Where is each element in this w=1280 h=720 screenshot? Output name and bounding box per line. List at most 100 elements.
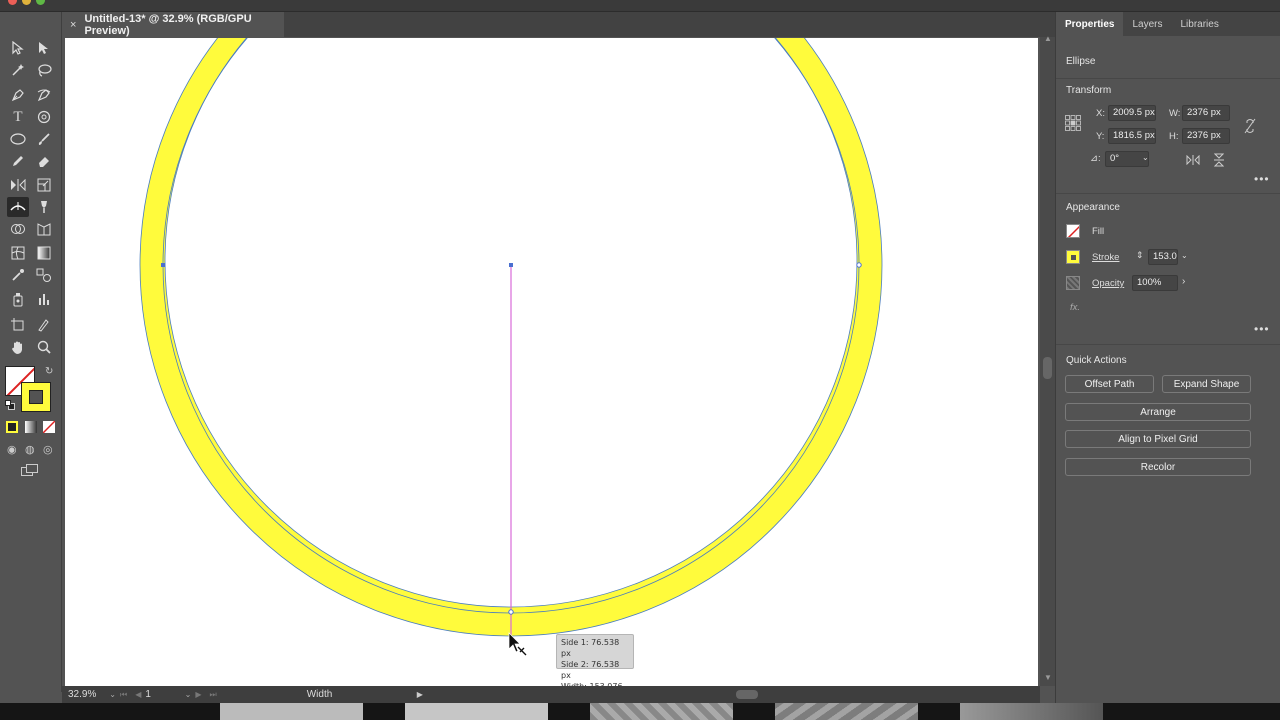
thumbnail-image xyxy=(590,703,733,720)
width-point-handle[interactable] xyxy=(508,609,514,615)
stroke-color-swatch[interactable] xyxy=(1066,250,1080,264)
eraser-icon[interactable] xyxy=(33,151,55,171)
divider xyxy=(1056,78,1280,79)
center-point[interactable] xyxy=(509,263,513,267)
vertical-scroll-thumb[interactable] xyxy=(1043,357,1052,379)
scale-icon[interactable] xyxy=(33,175,55,195)
draw-normal-icon[interactable]: ◉ xyxy=(7,443,17,456)
ellipse-icon[interactable] xyxy=(7,129,29,149)
curvature-icon[interactable] xyxy=(33,85,55,105)
y-position-field[interactable]: 1816.5 px xyxy=(1108,128,1156,144)
more-options-icon[interactable]: ••• xyxy=(1254,322,1270,336)
close-window-icon[interactable] xyxy=(8,0,17,5)
direct-selection-icon[interactable] xyxy=(33,38,55,58)
none-mode-icon[interactable] xyxy=(43,421,55,433)
document-tab[interactable]: × Untitled-13* @ 32.9% (RGB/GPU Preview) xyxy=(62,12,284,37)
width-field[interactable]: 2376 px xyxy=(1182,105,1230,121)
width-tool-icon[interactable] xyxy=(7,197,29,217)
reference-point-icon[interactable] xyxy=(1065,115,1081,131)
stroke-label[interactable]: Stroke xyxy=(1092,252,1119,263)
mesh-icon[interactable] xyxy=(7,243,29,263)
close-tab-icon[interactable]: × xyxy=(70,19,76,31)
x-position-field[interactable]: 2009.5 px xyxy=(1108,105,1156,121)
status-menu-icon[interactable]: ▶ xyxy=(417,690,423,699)
anchor-point-right[interactable] xyxy=(856,262,862,268)
opacity-label[interactable]: Opacity xyxy=(1092,278,1124,289)
shape-builder-icon[interactable] xyxy=(7,219,29,239)
stroke-weight-field[interactable]: 153.0 xyxy=(1148,249,1178,265)
flip-vertical-icon[interactable] xyxy=(1213,153,1225,170)
tab-layers[interactable]: Layers xyxy=(1123,12,1171,36)
gradient-icon[interactable] xyxy=(33,243,55,263)
constrain-proportions-icon[interactable] xyxy=(1244,118,1256,137)
artwork[interactable] xyxy=(65,38,1038,686)
more-options-icon[interactable]: ••• xyxy=(1254,172,1270,186)
maximize-window-icon[interactable] xyxy=(36,0,45,5)
draw-inside-icon[interactable]: ◎ xyxy=(43,443,53,456)
fill-none-swatch[interactable] xyxy=(1066,224,1080,238)
stroke-stepper-icon[interactable]: ⇕ xyxy=(1136,250,1144,261)
document-title: Untitled-13* @ 32.9% (RGB/GPU Preview) xyxy=(84,12,252,37)
column-graph-icon[interactable] xyxy=(33,289,55,309)
paintbrush-icon[interactable] xyxy=(33,129,55,149)
blend-icon[interactable] xyxy=(33,265,55,285)
chevron-down-icon[interactable]: ⌄ xyxy=(1181,251,1188,260)
pen-icon[interactable] xyxy=(7,85,29,105)
magic-wand-icon[interactable] xyxy=(7,60,29,80)
recolor-button[interactable]: Recolor xyxy=(1065,458,1251,476)
symbol-sprayer-icon[interactable] xyxy=(7,289,29,309)
reflect-icon[interactable] xyxy=(7,175,29,195)
anchor-point-left[interactable] xyxy=(161,263,165,267)
horizontal-scroll-thumb[interactable] xyxy=(736,690,758,699)
previous-artboard-icon[interactable]: ◀ xyxy=(135,690,141,699)
next-artboard-icon[interactable]: ▶ xyxy=(195,690,201,699)
width-tooltip: Side 1: 76.538 px Side 2: 76.538 px Widt… xyxy=(556,634,634,702)
swap-fill-stroke-icon[interactable]: ↻ xyxy=(45,366,53,377)
vertical-scrollbar[interactable]: ▲ ▼ xyxy=(1040,34,1055,686)
chevron-right-icon[interactable]: › xyxy=(1182,276,1185,287)
selection-arrow-icon[interactable] xyxy=(7,38,29,58)
artboard-number-dropdown[interactable]: 1 ⌄ xyxy=(145,689,191,700)
screen-mode-icon[interactable] xyxy=(21,464,39,478)
eyedropper-icon[interactable] xyxy=(7,265,29,285)
slice-icon[interactable] xyxy=(33,315,55,335)
hand-icon[interactable] xyxy=(7,337,29,357)
opacity-icon xyxy=(1066,276,1080,290)
lasso-icon[interactable] xyxy=(33,60,55,80)
height-field[interactable]: 2376 px xyxy=(1182,128,1230,144)
offset-path-button[interactable]: Offset Path xyxy=(1065,375,1154,393)
align-pixel-grid-button[interactable]: Align to Pixel Grid xyxy=(1065,430,1251,448)
expand-shape-button[interactable]: Expand Shape xyxy=(1162,375,1251,393)
zoom-level-dropdown[interactable]: 32.9% ⌄ xyxy=(68,688,116,701)
minimize-window-icon[interactable] xyxy=(22,0,31,5)
scroll-up-icon[interactable]: ▲ xyxy=(1044,34,1052,43)
default-fill-stroke-icon[interactable] xyxy=(5,400,15,410)
artboard[interactable] xyxy=(65,38,1038,686)
stroke-swatch[interactable] xyxy=(21,382,51,412)
arrange-button[interactable]: Arrange xyxy=(1065,403,1251,421)
type-icon[interactable]: T xyxy=(7,107,29,127)
puppet-warp-icon[interactable] xyxy=(33,197,55,217)
pencil-icon[interactable] xyxy=(7,151,29,171)
flip-horizontal-icon[interactable] xyxy=(1186,154,1200,168)
first-artboard-icon[interactable]: ⏮ xyxy=(120,690,127,700)
zoom-icon[interactable] xyxy=(33,337,55,357)
canvas-area[interactable]: Side 1: 76.538 px Side 2: 76.538 px Widt… xyxy=(62,37,1040,702)
chevron-down-icon[interactable]: ⌄ xyxy=(1142,153,1149,162)
artboard-icon[interactable] xyxy=(7,315,29,335)
shaper-icon[interactable] xyxy=(33,107,55,127)
divider xyxy=(1056,193,1280,194)
current-tool-name[interactable]: Width xyxy=(307,689,417,700)
gradient-mode-icon[interactable] xyxy=(25,421,37,433)
fx-icon[interactable]: fx. xyxy=(1070,302,1080,313)
perspective-grid-icon[interactable] xyxy=(33,219,55,239)
scroll-down-icon[interactable]: ▼ xyxy=(1044,673,1052,682)
last-artboard-icon[interactable]: ⏭ xyxy=(210,690,217,700)
horizontal-scrollbar[interactable] xyxy=(456,689,1034,700)
thumbnail-image xyxy=(960,703,1103,720)
tab-properties[interactable]: Properties xyxy=(1056,12,1124,36)
color-mode-icon[interactable] xyxy=(6,421,18,433)
draw-behind-icon[interactable]: ◍ xyxy=(25,443,35,456)
tab-libraries[interactable]: Libraries xyxy=(1171,12,1227,36)
opacity-field[interactable]: 100% xyxy=(1132,275,1178,291)
